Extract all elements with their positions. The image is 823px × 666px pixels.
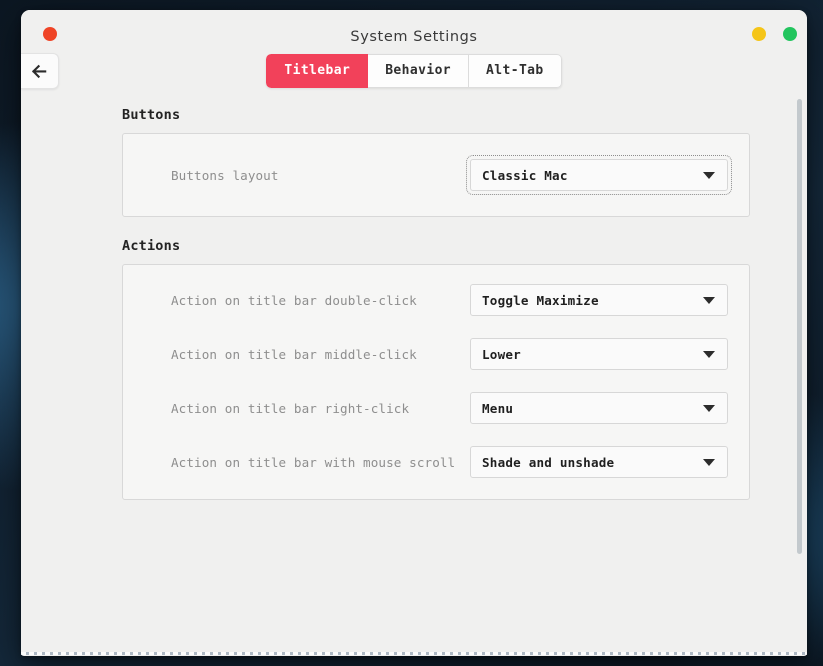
window-bottom-edge <box>21 652 807 655</box>
chevron-down-icon <box>703 405 715 412</box>
window-header: System Settings Titlebar Behavior Alt-Ta… <box>21 10 807 97</box>
setting-label-right-click: Action on title bar right-click <box>171 400 410 416</box>
setting-label-double-click: Action on title bar double-click <box>171 292 417 308</box>
select-value-right-click: Menu <box>482 400 514 416</box>
setting-row-right-click: Action on title bar right-click Menu <box>123 381 749 435</box>
select-value-mouse-scroll: Shade and unshade <box>482 454 615 470</box>
select-right-click-action[interactable]: Menu <box>470 392 728 424</box>
settings-content: Buttons Buttons layout Classic Mac Actio… <box>21 97 807 656</box>
setting-row-mouse-scroll: Action on title bar with mouse scroll Sh… <box>123 435 749 489</box>
section-heading-buttons: Buttons <box>122 107 181 123</box>
select-middle-click-action[interactable]: Lower <box>470 338 728 370</box>
vertical-scrollbar-thumb[interactable] <box>797 99 802 554</box>
chevron-down-icon <box>703 459 715 466</box>
section-heading-actions: Actions <box>122 238 181 254</box>
setting-label-mouse-scroll: Action on title bar with mouse scroll <box>171 454 456 470</box>
panel-buttons: Buttons layout Classic Mac <box>122 133 750 217</box>
setting-label-middle-click: Action on title bar middle-click <box>171 346 417 362</box>
select-buttons-layout[interactable]: Classic Mac <box>466 155 732 195</box>
setting-row-buttons-layout: Buttons layout Classic Mac <box>123 148 749 202</box>
select-value-buttons-layout: Classic Mac <box>482 167 568 183</box>
tab-alt-tab[interactable]: Alt-Tab <box>469 54 562 88</box>
tab-titlebar[interactable]: Titlebar <box>266 54 369 88</box>
vertical-scrollbar[interactable] <box>796 97 803 656</box>
system-settings-window: System Settings Titlebar Behavior Alt-Ta… <box>21 10 807 656</box>
panel-actions: Action on title bar double-click Toggle … <box>122 264 750 500</box>
tab-bar: Titlebar Behavior Alt-Tab <box>21 54 807 88</box>
window-title: System Settings <box>350 29 478 45</box>
setting-label-buttons-layout: Buttons layout <box>171 167 279 183</box>
setting-row-double-click: Action on title bar double-click Toggle … <box>123 273 749 327</box>
setting-row-middle-click: Action on title bar middle-click Lower <box>123 327 749 381</box>
select-value-middle-click: Lower <box>482 346 521 362</box>
select-value-double-click: Toggle Maximize <box>482 292 599 308</box>
chevron-down-icon <box>703 297 715 304</box>
chevron-down-icon <box>703 172 715 179</box>
select-mouse-scroll-action[interactable]: Shade and unshade <box>470 446 728 478</box>
select-double-click-action[interactable]: Toggle Maximize <box>470 284 728 316</box>
settings-scroll-area: Buttons Buttons layout Classic Mac Actio… <box>21 97 807 656</box>
chevron-down-icon <box>703 351 715 358</box>
tab-behavior[interactable]: Behavior <box>368 54 470 88</box>
